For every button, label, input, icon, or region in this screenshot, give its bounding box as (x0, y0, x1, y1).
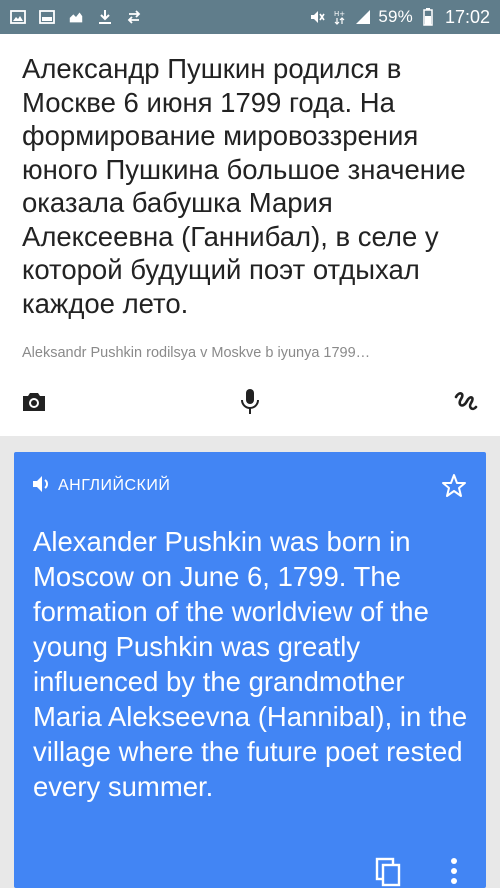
status-bar-notifications (10, 9, 142, 25)
copy-icon[interactable] (372, 856, 404, 888)
svg-text:H+: H+ (334, 10, 345, 18)
camera-icon[interactable] (18, 386, 50, 418)
translation-toolbar (14, 852, 486, 888)
source-card: Александр Пушкин родился в Москве 6 июня… (0, 34, 500, 436)
battery-icon (420, 8, 436, 26)
signal-icon (355, 9, 371, 25)
clock: 17:02 (444, 6, 490, 27)
microphone-icon[interactable] (234, 386, 266, 418)
transliteration-text: Aleksandr Pushkin rodilsya v Moskve b iy… (22, 345, 371, 361)
star-icon[interactable] (440, 472, 468, 500)
download-icon (97, 9, 113, 25)
cloud-icon (68, 9, 84, 25)
handwriting-icon[interactable] (450, 386, 482, 418)
status-bar-system: H+ 59% 17:02 (309, 7, 490, 28)
sync-icon (126, 9, 142, 25)
translation-text[interactable]: Alexander Pushkin was born in Moscow on … (33, 524, 478, 804)
speaker-icon[interactable] (32, 475, 52, 497)
mute-icon (309, 9, 325, 25)
more-icon[interactable] (438, 856, 470, 888)
source-toolbar (0, 386, 500, 418)
data-icon: H+ (332, 9, 348, 25)
translation-card: АНГЛИЙСКИЙ Alexander Pushkin was born in… (14, 452, 486, 888)
image-icon (10, 9, 26, 25)
photo-icon (39, 9, 55, 25)
status-bar: H+ 59% 17:02 (0, 0, 500, 34)
target-language-label: АНГЛИЙСКИЙ (58, 477, 171, 494)
battery-percent: 59% (378, 7, 413, 26)
translation-header: АНГЛИЙСКИЙ (32, 475, 170, 497)
source-text[interactable]: Александр Пушкин родился в Москве 6 июня… (22, 52, 482, 320)
